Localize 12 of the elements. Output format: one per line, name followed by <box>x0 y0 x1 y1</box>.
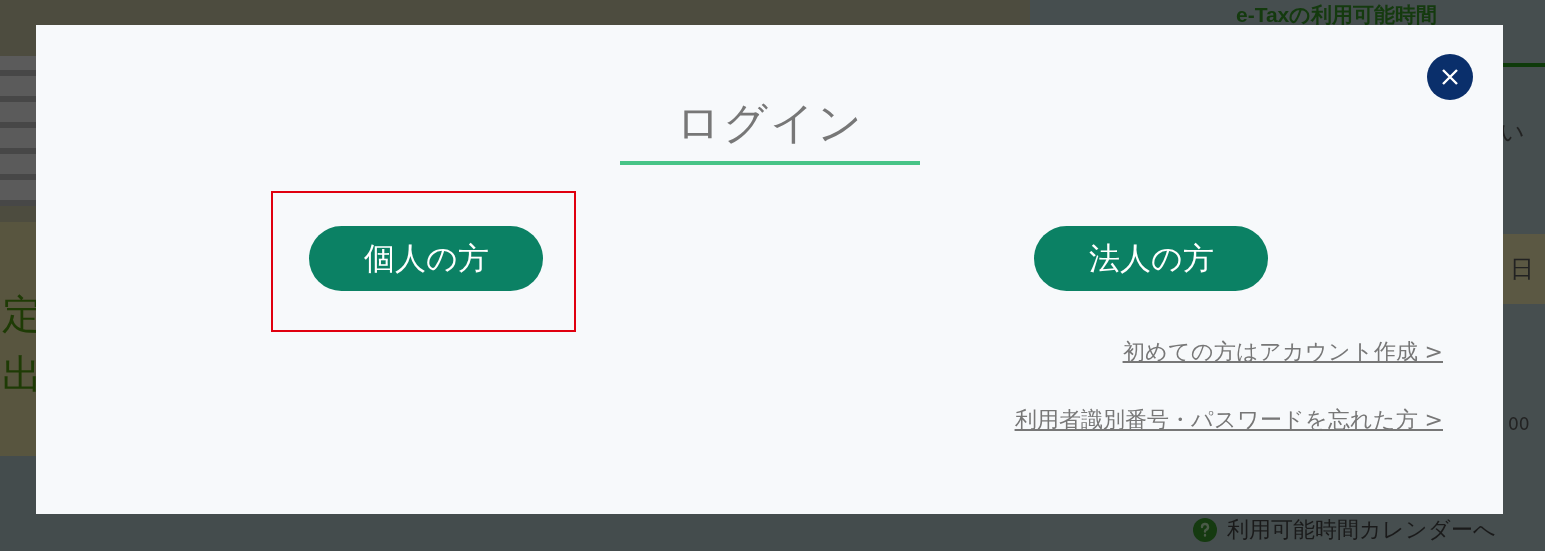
login-type-button[interactable]: 個人の方 <box>309 226 543 291</box>
close-button[interactable] <box>1427 54 1473 100</box>
banner-text: 出 <box>2 354 43 394</box>
help-icon <box>1193 518 1217 542</box>
dialog-title: ログイン <box>675 97 864 149</box>
close-icon <box>1440 67 1460 87</box>
help-link[interactable]: 利用者識別番号・パスワードを忘れた方 > <box>1014 404 1443 436</box>
side-title: e-Taxの利用可能時間 <box>1236 2 1438 28</box>
date-text: 日 <box>1510 254 1534 285</box>
banner-text: 定 <box>2 294 43 334</box>
login-type-button[interactable]: 法人の方 <box>1034 226 1268 291</box>
help-link[interactable]: 初めての方はアカウント作成 > <box>1122 336 1443 368</box>
